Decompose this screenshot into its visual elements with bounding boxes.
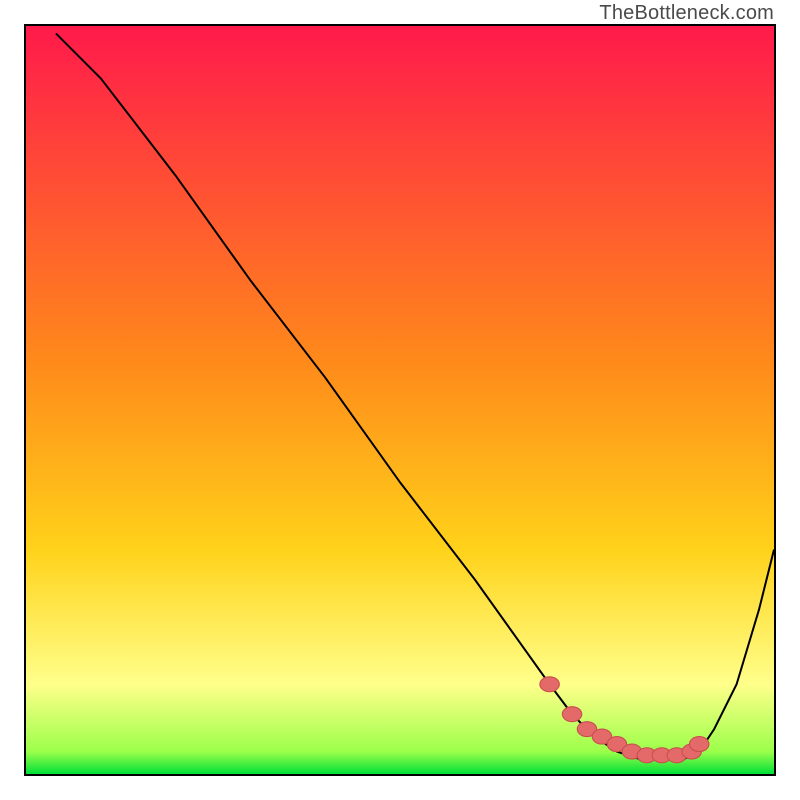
watermark-text: TheBottleneck.com [599, 2, 774, 25]
chart-plot [26, 26, 774, 774]
chart-background-gradient [26, 26, 774, 774]
marker-dot [562, 707, 581, 722]
chart-frame [24, 24, 776, 776]
marker-dot [689, 737, 708, 752]
marker-dot [540, 677, 559, 692]
